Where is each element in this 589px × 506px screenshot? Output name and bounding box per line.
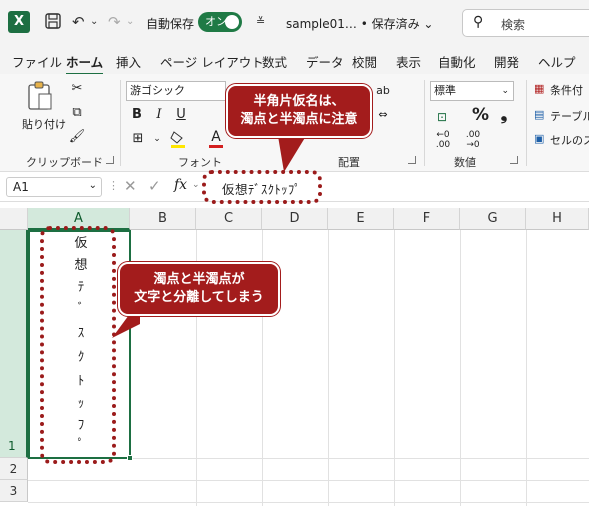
callout-top-line: 濁点と半濁点に注意 <box>240 112 358 127</box>
callout-middle-line: 濁点と半濁点が <box>153 272 245 287</box>
callout-middle: 濁点と半濁点が 文字と分離してしまう <box>118 262 280 316</box>
callout-pointers <box>112 136 306 338</box>
callout-top-pointer <box>278 136 306 172</box>
callout-top-line: 半角片仮名は、 <box>253 94 345 109</box>
callout-top: 半角片仮名は、 濁点と半濁点に注意 <box>226 84 372 138</box>
callout-middle-line: 文字と分離してしまう <box>134 290 264 305</box>
